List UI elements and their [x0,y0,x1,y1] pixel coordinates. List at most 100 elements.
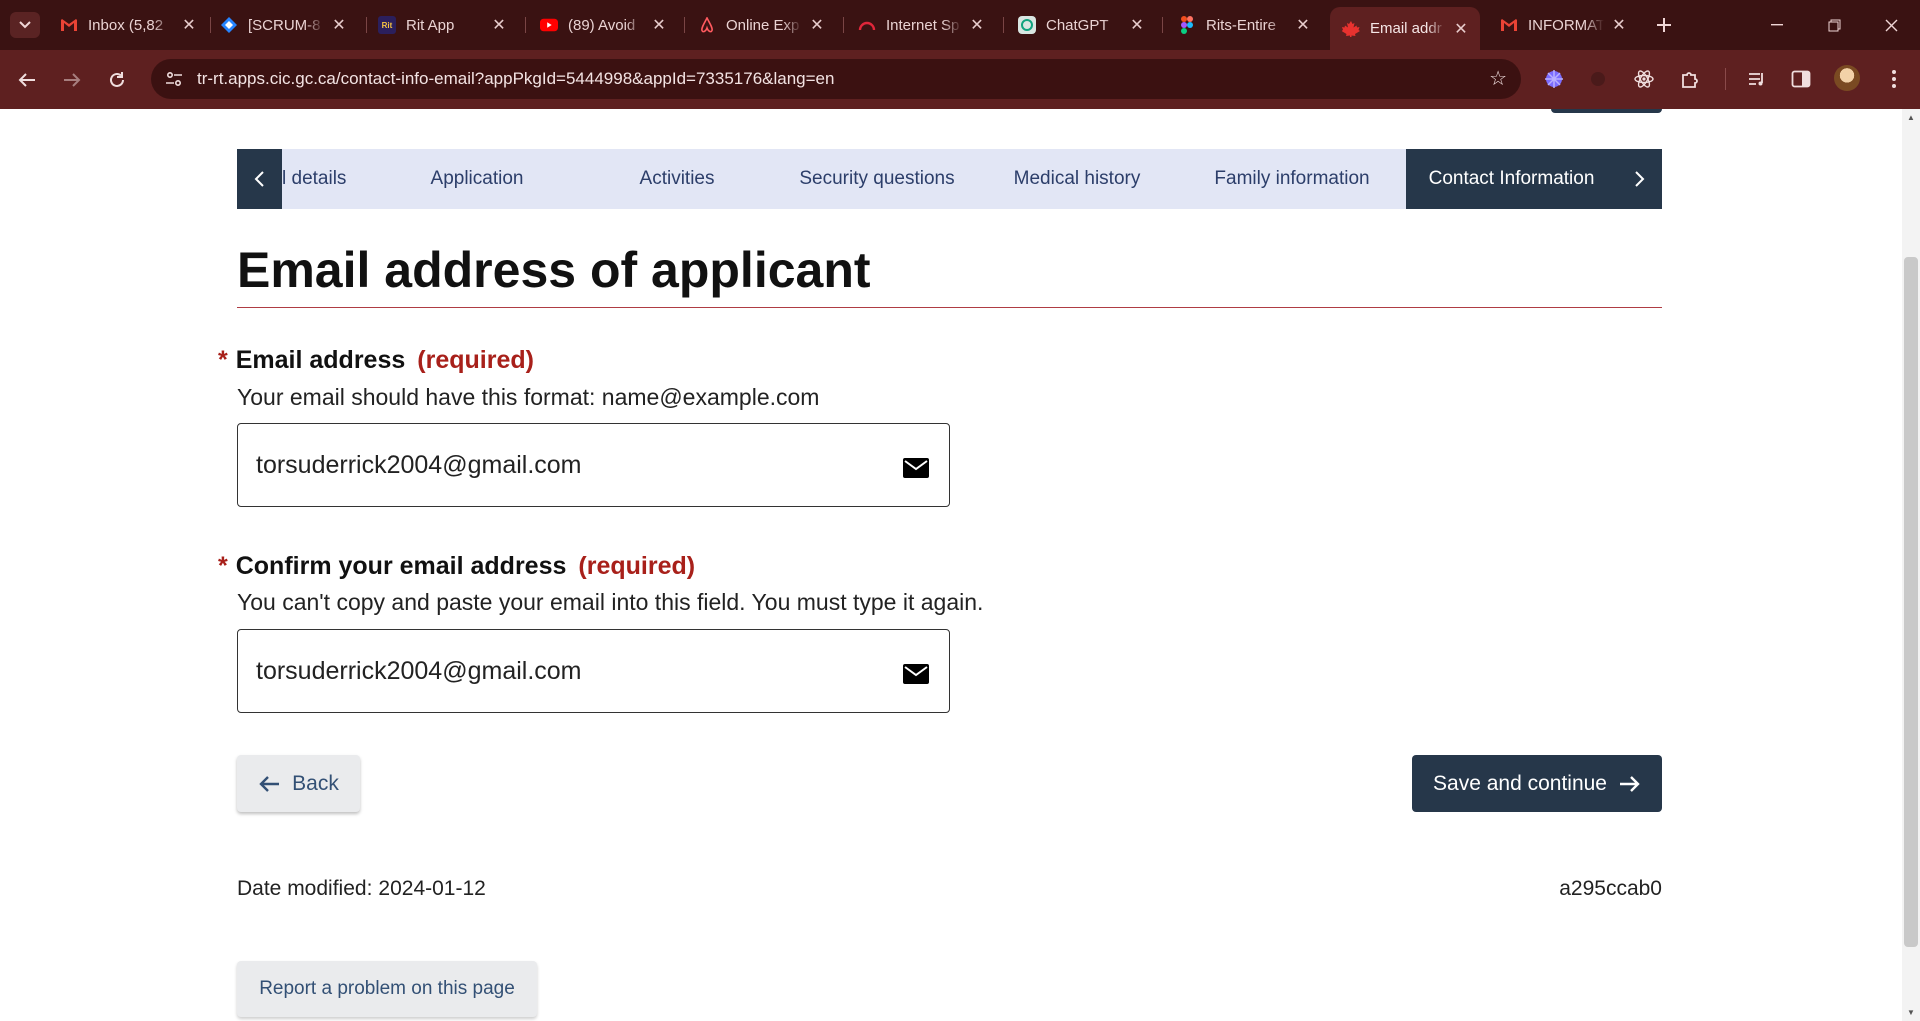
reload-button[interactable] [102,65,132,95]
speedtest-icon [858,16,876,34]
tab-speedtest[interactable]: Internet Sp ✕ [846,8,996,42]
tab-title: (89) Avoid [568,16,636,34]
close-window-button[interactable] [1876,10,1906,40]
tab-strip: Inbox (5,82 ✕ [SCRUM-8 ✕ Rit Rit App ✕ (… [0,0,1920,50]
close-icon[interactable]: ✕ [490,15,508,35]
tab-title: Online Exp [726,16,800,34]
tab-personal-details[interactable]: l details [282,149,352,209]
close-icon[interactable]: ✕ [1294,15,1312,35]
plus-icon [1657,18,1671,32]
address-bar[interactable]: tr-rt.apps.cic.gc.ca/contact-info-email?… [151,59,1521,99]
tab-title: INFORMAT [1528,16,1604,34]
close-icon[interactable]: ✕ [650,15,668,35]
chevron-right-icon [1635,171,1645,187]
restore-button[interactable] [1819,10,1849,40]
restore-icon [1828,19,1840,31]
tab-contact-information[interactable]: Contact Information [1406,149,1617,209]
scroll-up-icon[interactable]: ▲ [1906,113,1916,122]
extension-dark-icon[interactable] [1584,65,1612,93]
close-icon[interactable]: ✕ [968,15,986,35]
arrow-left-icon [18,73,35,87]
arrow-left-icon [258,775,280,793]
extension-sparkle-icon[interactable] [1540,65,1568,93]
tab-search-button[interactable] [10,12,40,38]
media-playlist-icon[interactable] [1743,65,1771,93]
report-problem-label: Report a problem on this page [259,978,515,999]
tab-youtube[interactable]: (89) Avoid ✕ [528,8,678,42]
header-button-remnant[interactable] [1551,109,1662,113]
step-label: Security questions [799,168,955,189]
tab-gmail-inbox[interactable]: Inbox (5,82 ✕ [48,8,208,42]
confirm-email-field[interactable]: torsuderrick2004@gmail.com [237,629,950,713]
close-icon[interactable]: ✕ [1610,15,1628,35]
extensions-puzzle-icon[interactable] [1676,65,1704,93]
tab-rit-app[interactable]: Rit Rit App ✕ [366,8,518,42]
extension-react-icon[interactable] [1630,65,1658,93]
tab-airbnb[interactable]: Online Exp ✕ [686,8,836,42]
avatar[interactable] [1834,65,1860,91]
confirm-email-label-text: Confirm your email address [235,552,567,580]
tab-title: ChatGPT [1046,16,1109,34]
tab-divider [525,17,526,33]
scrollbar-thumb[interactable] [1904,257,1918,947]
tab-medical-history[interactable]: Medical history [987,149,1167,209]
confirm-email-field-value[interactable]: torsuderrick2004@gmail.com [256,657,582,686]
back-button-label: Back [292,771,339,795]
tab-title: Email addr [1370,20,1442,37]
close-icon[interactable]: ✕ [330,15,348,35]
close-icon[interactable]: ✕ [808,15,826,35]
page-viewport: l details Application Activities Securit… [0,109,1920,1021]
step-nav-next-button[interactable] [1617,149,1662,209]
tab-security-questions[interactable]: Security questions [777,149,977,209]
step-label: l details [282,168,347,189]
tab-title: Rits-Entire [1206,16,1277,34]
tab-application[interactable]: Application [387,149,567,209]
close-icon[interactable]: ✕ [1128,15,1146,35]
close-icon [1885,19,1897,31]
gmail-icon [1500,16,1518,34]
tab-email-address-active[interactable]: Email addr ✕ [1330,7,1480,50]
reload-icon [110,72,124,87]
required-text: (required) [578,552,696,580]
required-asterisk: * [218,552,228,580]
confirm-email-hint: You can't copy and paste your email into… [237,589,984,615]
browser-toolbar: tr-rt.apps.cic.gc.ca/contact-info-email?… [0,50,1920,109]
tab-jira-scrum[interactable]: [SCRUM-8 ✕ [208,8,358,42]
close-icon[interactable]: ✕ [1452,19,1470,39]
report-problem-button[interactable]: Report a problem on this page [237,961,537,1017]
email-field[interactable]: torsuderrick2004@gmail.com [237,423,950,507]
save-and-continue-button[interactable]: Save and continue [1412,755,1662,812]
scroll-down-icon[interactable]: ▼ [1906,1008,1916,1017]
date-modified-label: Date modified: [237,877,373,900]
email-field-value[interactable]: torsuderrick2004@gmail.com [256,451,582,480]
tab-title: Internet Sp [886,16,960,34]
side-panel-icon[interactable] [1787,65,1815,93]
new-tab-button[interactable] [1651,12,1677,38]
youtube-icon [540,16,558,34]
scrollbar[interactable]: ▲ ▼ [1902,109,1920,1021]
close-icon[interactable]: ✕ [180,15,198,35]
envelope-icon [903,458,929,478]
step-nav-prev-button[interactable] [237,149,282,209]
site-info-icon[interactable] [159,64,189,94]
step-label: Contact Information [1428,168,1595,189]
tab-divider [1003,17,1004,33]
tab-chatgpt[interactable]: ChatGPT ✕ [1006,8,1156,42]
bookmark-star-icon[interactable]: ☆ [1489,66,1507,91]
forward-nav-button[interactable] [57,65,87,95]
menu-kebab-icon[interactable] [1880,65,1908,93]
tab-gmail-information[interactable]: INFORMAT ✕ [1488,8,1638,42]
required-asterisk: * [218,346,228,374]
tab-figma[interactable]: Rits-Entire ✕ [1166,8,1322,42]
email-label-text: Email address [235,346,406,374]
version-id: a295ccab0 [1559,877,1662,900]
url-text[interactable]: tr-rt.apps.cic.gc.ca/contact-info-email?… [197,69,834,89]
envelope-icon [903,664,929,684]
tab-family-information[interactable]: Family information [1182,149,1402,209]
minimize-button[interactable] [1762,10,1792,40]
back-nav-button[interactable] [12,65,42,95]
back-button[interactable]: Back [237,755,360,812]
step-label: Medical history [1013,168,1141,189]
arrow-right-icon [1619,775,1641,793]
tab-activities[interactable]: Activities [587,149,767,209]
